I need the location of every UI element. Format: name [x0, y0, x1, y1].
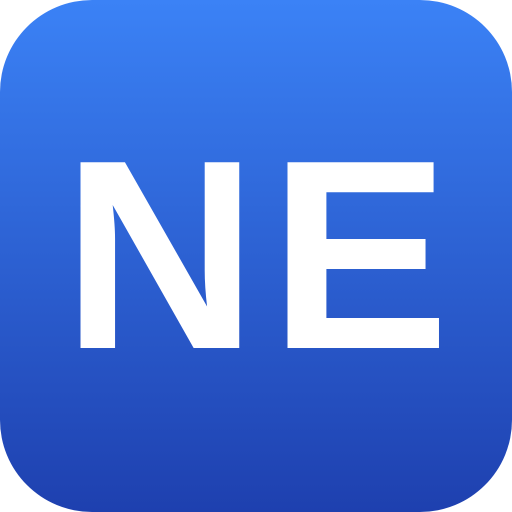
- app-icon-monogram: NE: [62, 105, 462, 406]
- app-icon: NE: [0, 0, 512, 512]
